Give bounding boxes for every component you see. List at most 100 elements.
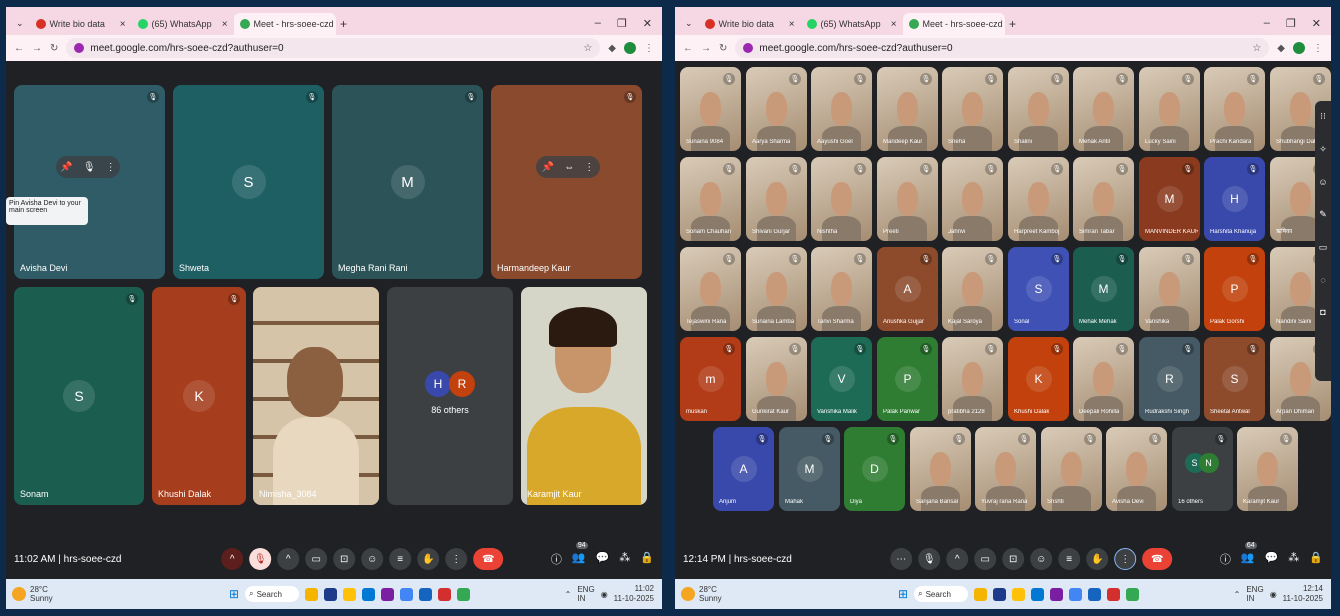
close-tab-icon[interactable]: × [789,19,795,30]
app-icon[interactable] [362,587,376,601]
profile-avatar[interactable] [624,42,636,54]
tray-chevron-icon[interactable]: ⌃ [1234,590,1241,599]
tab-search-icon[interactable]: ⌄ [679,18,699,35]
maximize-icon[interactable]: ❐ [1286,17,1296,30]
profile-avatar[interactable] [1293,42,1305,54]
participant-tile[interactable]: 🎙 Shalini [1008,67,1069,151]
weather-widget[interactable]: 28°C Sunny [681,585,722,603]
app-icon[interactable] [1126,587,1140,601]
more-options-icon[interactable]: ⋮ [1114,548,1137,570]
participant-tile[interactable]: 🎙 Harpreet Kamboj [1008,157,1069,241]
participant-tile[interactable]: H 🎙 Harshita Khanuja [1204,157,1265,241]
back-icon[interactable]: ← [14,43,24,54]
participant-tile[interactable]: M 🎙 Mahak [779,427,840,511]
participant-tile[interactable]: 🎙 Tanvi Sharma [811,247,872,331]
camera-icon[interactable]: ◘ [1320,307,1325,317]
camera-icon[interactable]: ▭ [974,548,997,570]
participant-tile[interactable]: 🎙 Prachi Kandara [1204,67,1265,151]
raise-hand-icon[interactable]: ✋ [417,548,440,570]
language-indicator[interactable]: ENG IN [577,585,594,603]
info-icon[interactable]: ⓘ [1220,551,1231,567]
tab-whatsapp[interactable]: (65) WhatsApp × [801,13,903,35]
app-icon[interactable] [419,587,433,601]
app-icon[interactable] [381,587,395,601]
participant-tile[interactable]: D 🎙 Diya [844,427,905,511]
more-options-icon[interactable]: ⋮ [584,162,594,173]
participant-tile[interactable]: 🎙 Avisha Devi [1106,427,1167,511]
apps-grid-icon[interactable]: ⁝⁝ [1320,111,1326,122]
participant-tile[interactable]: 🎙 pratibha 2128 [942,337,1003,421]
participant-tile[interactable]: M 🎙 Mehak Mehak [1073,247,1134,331]
participant-tile[interactable]: 🎙 Sunaina Lamba [746,247,807,331]
present-icon[interactable]: ⊡ [333,548,356,570]
bookmark-star-icon[interactable]: ☆ [1252,43,1261,54]
video-options-button[interactable]: ^ [946,548,969,570]
participant-tile[interactable]: 🎙 Karamjit Kaur [1237,427,1298,511]
app-icon[interactable] [1031,587,1045,601]
participant-tile[interactable]: M 🎙 Megha Rani Rani [332,85,483,279]
participant-tile[interactable]: 🎙 Mehak Antil [1073,67,1134,151]
close-tab-icon[interactable]: × [891,19,897,30]
more-options-icon[interactable]: ⋮ [445,548,468,570]
activities-icon[interactable]: ⁂ [619,551,630,567]
participant-tile[interactable]: 🎙 Preeti [877,157,938,241]
participant-tile[interactable]: 🎙 Sanjana Bansal [910,427,971,511]
mic-off-icon[interactable]: 🎙 [249,548,272,570]
captions-icon[interactable]: ≡ [389,548,412,570]
participant-tile[interactable]: S 🎙 Sheetal Antwal [1204,337,1265,421]
participant-tile[interactable]: 🎙 Srishti [1041,427,1102,511]
participant-tile[interactable]: 🎙 Nishtha [811,157,872,241]
participant-tile[interactable]: 🎙 Aayushi Goel [811,67,872,151]
close-icon[interactable]: ✕ [643,17,652,30]
weather-widget[interactable]: 28°C Sunny [12,585,53,603]
reload-icon[interactable]: ↻ [719,43,727,54]
windows-start-icon[interactable]: ⊞ [229,587,239,601]
clock[interactable]: 12:14 11-10-2025 [1283,584,1323,604]
address-bar[interactable]: meet.google.com/hrs-soee-czd?authuser=0 … [735,38,1270,58]
site-info-icon[interactable] [743,43,754,53]
video-options-button[interactable]: ^ [277,548,300,570]
back-icon[interactable]: ← [683,43,693,54]
participant-tile[interactable]: P 🎙 Palak Gorshi [1204,247,1265,331]
participant-tile[interactable]: m 🎙 muskan [680,337,741,421]
tab-write-bio-data[interactable]: Write bio data × [30,13,132,35]
app-icon[interactable] [1069,587,1083,601]
app-icon[interactable] [400,587,414,601]
tab-write-bio-data[interactable]: Write bio data × [699,13,801,35]
participant-tile[interactable]: 🎙 Avisha Devi [14,85,165,279]
emoji-icon[interactable]: ☺ [361,548,384,570]
mic-icon[interactable]: 🎙 [918,548,941,570]
participant-tile[interactable]: K 🎙 Khushi Dalak [1008,337,1069,421]
app-icon[interactable] [305,587,319,601]
participant-tile[interactable]: 🎙 Shivani Gurjar [746,157,807,241]
participant-tile[interactable]: A 🎙 Anjum [713,427,774,511]
taskbar-search[interactable]: ⌕ Search [245,586,300,602]
new-tab-button[interactable]: + [1005,13,1021,35]
wifi-icon[interactable]: ◉ [1270,590,1277,599]
tray-chevron-icon[interactable]: ⌃ [565,590,572,599]
menu-icon[interactable]: ⋮ [644,43,654,54]
participant-tile[interactable]: A 🎙 Anushka Gujjar [877,247,938,331]
participant-tile[interactable]: 🎙 Vanshika [1139,247,1200,331]
more-options-icon[interactable]: ⋮ [106,162,116,173]
app-icon[interactable] [974,587,988,601]
participant-tile[interactable]: 🎙 Aarya Sharma [746,67,807,151]
tab-whatsapp[interactable]: (65) WhatsApp × [132,13,234,35]
pen-icon[interactable]: ✎ [1319,209,1327,220]
maximize-icon[interactable]: ❐ [617,17,627,30]
wifi-icon[interactable]: ◉ [601,590,608,599]
participant-tile[interactable]: 🎙 Simran Tabar [1073,157,1134,241]
pin-icon[interactable]: 📌 [60,162,72,173]
raise-hand-icon[interactable]: ✋ [1086,548,1109,570]
participant-tile[interactable]: 🎙 Sunaina 9084 [680,67,741,151]
extensions-icon[interactable]: ◆ [608,43,616,54]
app-icon[interactable] [1050,587,1064,601]
language-icon[interactable]: ◌ [1320,275,1325,285]
tab-meet[interactable]: Meet - hrs-soee-czd× [902,13,1005,35]
participant-tile[interactable]: Karamjit Kaur [521,287,647,505]
app-icon[interactable] [993,587,1007,601]
participant-tile[interactable]: Nimisha_3084 [253,287,379,505]
close-tab-icon[interactable]: × [120,19,126,30]
app-icon[interactable] [1107,587,1121,601]
participant-tile[interactable]: 🎙 Lucky Saini [1139,67,1200,151]
